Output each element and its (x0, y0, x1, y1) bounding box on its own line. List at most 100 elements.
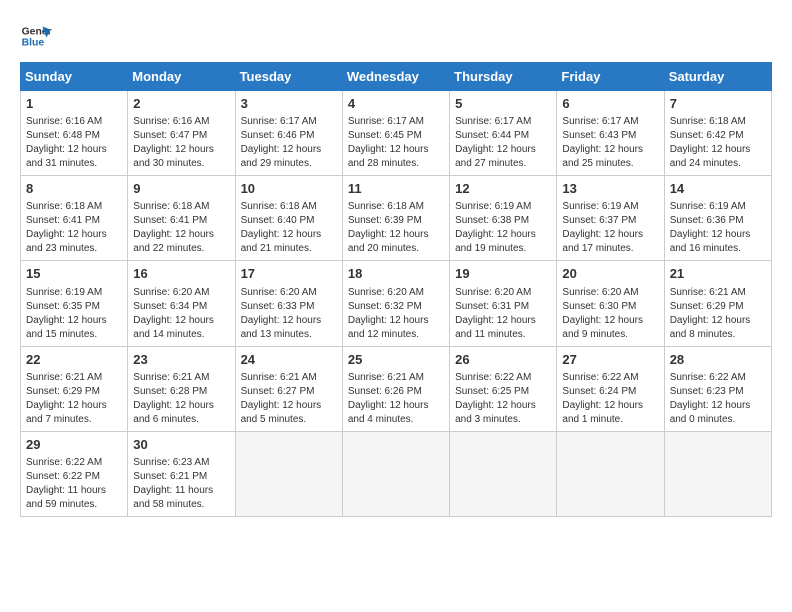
day-info: Sunrise: 6:19 AM Sunset: 6:36 PM Dayligh… (670, 200, 766, 256)
day-info: Sunrise: 6:20 AM Sunset: 6:32 PM Dayligh… (348, 286, 444, 342)
day-cell-23: 23 Sunrise: 6:21 AM Sunset: 6:28 PM Dayli… (128, 346, 235, 431)
day-number: 28 (670, 351, 766, 369)
calendar-week-row: 29Sunrise: 6:22 AM Sunset: 6:22 PM Dayli… (21, 431, 772, 516)
day-cell-16: 16Sunrise: 6:20 AM Sunset: 6:34 PM Dayli… (128, 261, 235, 346)
day-cell-26: 26 Sunrise: 6:22 AM Sunset: 6:25 PM Dayli… (450, 346, 557, 431)
day-cell-1: 1 Sunrise: 6:16 AM Sunset: 6:48 PM Daylig… (21, 91, 128, 176)
day-cell-25: 25 Sunrise: 6:21 AM Sunset: 6:26 PM Dayli… (342, 346, 449, 431)
day-info: Sunrise: 6:21 AM Sunset: 6:29 PM Dayligh… (26, 371, 122, 427)
day-number: 14 (670, 180, 766, 198)
day-cell-27: 27 Sunrise: 6:22 AM Sunset: 6:24 PM Dayli… (557, 346, 664, 431)
day-info: Sunrise: 6:19 AM Sunset: 6:35 PM Dayligh… (26, 286, 122, 342)
day-cell-14: 14 Sunrise: 6:19 AM Sunset: 6:36 PM Dayli… (664, 176, 771, 261)
calendar-body: 1 Sunrise: 6:16 AM Sunset: 6:48 PM Daylig… (21, 91, 772, 517)
day-number: 4 (348, 95, 444, 113)
day-number: 3 (241, 95, 337, 113)
day-number: 13 (562, 180, 658, 198)
calendar-table: SundayMondayTuesdayWednesdayThursdayFrid… (20, 62, 772, 517)
col-header-wednesday: Wednesday (342, 63, 449, 91)
day-cell-5: 5Sunrise: 6:17 AM Sunset: 6:44 PM Daylig… (450, 91, 557, 176)
day-number: 22 (26, 351, 122, 369)
day-number: 19 (455, 265, 551, 283)
day-info: Sunrise: 6:16 AM Sunset: 6:48 PM Dayligh… (26, 115, 122, 171)
day-number: 18 (348, 265, 444, 283)
day-cell-9: 9Sunrise: 6:18 AM Sunset: 6:41 PM Daylig… (128, 176, 235, 261)
day-number: 7 (670, 95, 766, 113)
day-info: Sunrise: 6:18 AM Sunset: 6:42 PM Dayligh… (670, 115, 766, 171)
day-info: Sunrise: 6:16 AM Sunset: 6:47 PM Dayligh… (133, 115, 229, 171)
day-number: 25 (348, 351, 444, 369)
col-header-friday: Friday (557, 63, 664, 91)
day-number: 24 (241, 351, 337, 369)
day-number: 6 (562, 95, 658, 113)
day-number: 23 (133, 351, 229, 369)
calendar-week-row: 22 Sunrise: 6:21 AM Sunset: 6:29 PM Dayli… (21, 346, 772, 431)
day-cell-11: 11 Sunrise: 6:18 AM Sunset: 6:39 PM Dayli… (342, 176, 449, 261)
day-number: 26 (455, 351, 551, 369)
day-info: Sunrise: 6:17 AM Sunset: 6:43 PM Dayligh… (562, 115, 658, 171)
day-number: 8 (26, 180, 122, 198)
day-cell-13: 13 Sunrise: 6:19 AM Sunset: 6:37 PM Dayli… (557, 176, 664, 261)
day-info: Sunrise: 6:20 AM Sunset: 6:33 PM Dayligh… (241, 286, 337, 342)
day-info: Sunrise: 6:21 AM Sunset: 6:28 PM Dayligh… (133, 371, 229, 427)
empty-cell (450, 431, 557, 516)
col-header-sunday: Sunday (21, 63, 128, 91)
calendar-week-row: 15 Sunrise: 6:19 AM Sunset: 6:35 PM Dayli… (21, 261, 772, 346)
logo-icon: General Blue (20, 20, 52, 52)
empty-cell (342, 431, 449, 516)
day-info: Sunrise: 6:17 AM Sunset: 6:46 PM Dayligh… (241, 115, 337, 171)
calendar-week-row: 8 Sunrise: 6:18 AM Sunset: 6:41 PM Daylig… (21, 176, 772, 261)
day-number: 10 (241, 180, 337, 198)
day-cell-10: 10Sunrise: 6:18 AM Sunset: 6:40 PM Dayli… (235, 176, 342, 261)
day-cell-30: 30 Sunrise: 6:23 AM Sunset: 6:21 PM Dayli… (128, 431, 235, 516)
day-info: Sunrise: 6:17 AM Sunset: 6:45 PM Dayligh… (348, 115, 444, 171)
day-number: 17 (241, 265, 337, 283)
day-number: 20 (562, 265, 658, 283)
day-cell-12: 12 Sunrise: 6:19 AM Sunset: 6:38 PM Dayli… (450, 176, 557, 261)
day-number: 5 (455, 95, 551, 113)
day-info: Sunrise: 6:20 AM Sunset: 6:34 PM Dayligh… (133, 286, 229, 342)
svg-text:Blue: Blue (22, 38, 45, 49)
day-number: 11 (348, 180, 444, 198)
day-cell-17: 17 Sunrise: 6:20 AM Sunset: 6:33 PM Dayli… (235, 261, 342, 346)
calendar-week-row: 1 Sunrise: 6:16 AM Sunset: 6:48 PM Daylig… (21, 91, 772, 176)
day-info: Sunrise: 6:21 AM Sunset: 6:26 PM Dayligh… (348, 371, 444, 427)
day-number: 30 (133, 436, 229, 454)
day-cell-21: 21 Sunrise: 6:21 AM Sunset: 6:29 PM Dayli… (664, 261, 771, 346)
day-cell-29: 29Sunrise: 6:22 AM Sunset: 6:22 PM Dayli… (21, 431, 128, 516)
day-number: 21 (670, 265, 766, 283)
day-number: 9 (133, 180, 229, 198)
day-cell-18: 18 Sunrise: 6:20 AM Sunset: 6:32 PM Dayli… (342, 261, 449, 346)
empty-cell (664, 431, 771, 516)
col-header-tuesday: Tuesday (235, 63, 342, 91)
page-header: General Blue (20, 20, 772, 52)
day-info: Sunrise: 6:20 AM Sunset: 6:30 PM Dayligh… (562, 286, 658, 342)
day-info: Sunrise: 6:19 AM Sunset: 6:38 PM Dayligh… (455, 200, 551, 256)
day-cell-4: 4 Sunrise: 6:17 AM Sunset: 6:45 PM Daylig… (342, 91, 449, 176)
day-cell-2: 2Sunrise: 6:16 AM Sunset: 6:47 PM Daylig… (128, 91, 235, 176)
day-cell-7: 7 Sunrise: 6:18 AM Sunset: 6:42 PM Daylig… (664, 91, 771, 176)
day-number: 27 (562, 351, 658, 369)
day-cell-6: 6 Sunrise: 6:17 AM Sunset: 6:43 PM Daylig… (557, 91, 664, 176)
day-cell-19: 19 Sunrise: 6:20 AM Sunset: 6:31 PM Dayli… (450, 261, 557, 346)
day-cell-20: 20 Sunrise: 6:20 AM Sunset: 6:30 PM Dayli… (557, 261, 664, 346)
day-number: 15 (26, 265, 122, 283)
day-info: Sunrise: 6:22 AM Sunset: 6:25 PM Dayligh… (455, 371, 551, 427)
col-header-monday: Monday (128, 63, 235, 91)
day-cell-8: 8 Sunrise: 6:18 AM Sunset: 6:41 PM Daylig… (21, 176, 128, 261)
day-info: Sunrise: 6:22 AM Sunset: 6:23 PM Dayligh… (670, 371, 766, 427)
day-info: Sunrise: 6:23 AM Sunset: 6:21 PM Dayligh… (133, 456, 229, 512)
day-info: Sunrise: 6:21 AM Sunset: 6:29 PM Dayligh… (670, 286, 766, 342)
day-cell-15: 15 Sunrise: 6:19 AM Sunset: 6:35 PM Dayli… (21, 261, 128, 346)
day-info: Sunrise: 6:22 AM Sunset: 6:22 PM Dayligh… (26, 456, 122, 512)
day-info: Sunrise: 6:19 AM Sunset: 6:37 PM Dayligh… (562, 200, 658, 256)
day-number: 12 (455, 180, 551, 198)
col-header-thursday: Thursday (450, 63, 557, 91)
day-info: Sunrise: 6:18 AM Sunset: 6:41 PM Dayligh… (26, 200, 122, 256)
day-info: Sunrise: 6:18 AM Sunset: 6:39 PM Dayligh… (348, 200, 444, 256)
day-cell-24: 24Sunrise: 6:21 AM Sunset: 6:27 PM Dayli… (235, 346, 342, 431)
day-info: Sunrise: 6:20 AM Sunset: 6:31 PM Dayligh… (455, 286, 551, 342)
day-number: 1 (26, 95, 122, 113)
day-cell-3: 3 Sunrise: 6:17 AM Sunset: 6:46 PM Daylig… (235, 91, 342, 176)
day-info: Sunrise: 6:22 AM Sunset: 6:24 PM Dayligh… (562, 371, 658, 427)
